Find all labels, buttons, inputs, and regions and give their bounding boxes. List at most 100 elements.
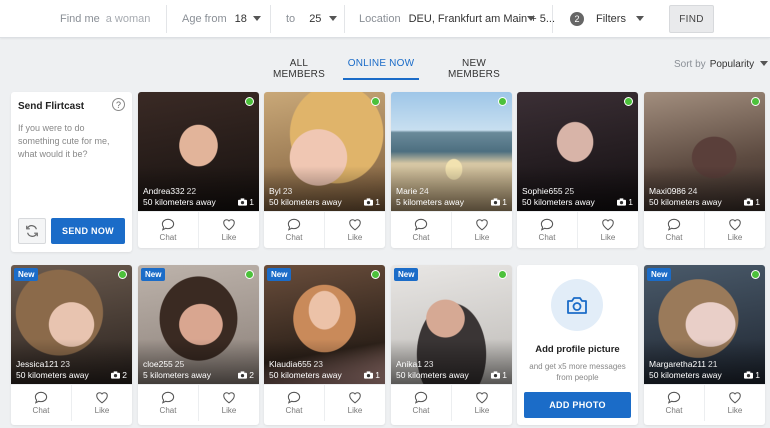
chat-icon [287, 391, 301, 404]
member-name-age[interactable]: cloe255 25 [143, 359, 184, 369]
age-from-select[interactable]: Age from 18 [182, 0, 247, 38]
send-now-button[interactable]: SEND NOW [51, 218, 125, 244]
member-name-age[interactable]: Maxi0986 24 [649, 186, 697, 196]
camera-icon [364, 371, 374, 379]
sort-label: Sort by [674, 59, 706, 70]
online-indicator [245, 97, 254, 106]
chat-button[interactable]: Chat [644, 212, 704, 248]
profile-photo[interactable]: New Jessica121 23 50 kilometers away 2 [11, 265, 132, 384]
profile-photo[interactable]: New Klaudia655 23 50 kilometers away 1 [264, 265, 385, 384]
profile-photo[interactable]: Maxi0986 24 50 kilometers away 1 [644, 92, 765, 211]
photo-count: 1 [364, 197, 380, 207]
age-to-select[interactable]: to 25 [286, 0, 321, 38]
member-card[interactable]: Sophie655 25 50 kilometers away 1 Chat Li… [517, 92, 638, 248]
member-name-age[interactable]: Klaudia655 23 [269, 359, 323, 369]
chevron-down-icon[interactable] [636, 16, 644, 21]
new-badge: New [647, 268, 672, 281]
online-indicator [498, 97, 507, 106]
chat-button[interactable]: Chat [391, 212, 451, 248]
online-indicator [498, 270, 507, 279]
photo-count: 2 [238, 370, 254, 380]
member-card[interactable]: New cloe255 25 5 kilometers away 2 Chat L… [138, 265, 259, 425]
member-card[interactable]: Byl 23 50 kilometers away 1 Chat Like [264, 92, 385, 248]
profile-photo[interactable]: Andrea332 22 50 kilometers away 1 [138, 92, 259, 211]
chat-button[interactable]: Chat [644, 385, 704, 421]
divider [344, 5, 345, 33]
tab-all-members[interactable]: ALL MEMBERS [267, 58, 331, 80]
like-button[interactable]: Like [324, 385, 385, 421]
member-card[interactable]: Maxi0986 24 50 kilometers away 1 Chat Lik… [644, 92, 765, 248]
like-button[interactable]: Like [704, 212, 765, 248]
online-indicator [751, 270, 760, 279]
photo-count: 1 [617, 197, 633, 207]
member-name-age[interactable]: Marie 24 [396, 186, 429, 196]
chat-button[interactable]: Chat [11, 385, 71, 421]
location-select[interactable]: Location DEU, Frankfurt am Main + 5... [359, 0, 555, 38]
heart-icon [476, 219, 488, 231]
refresh-button[interactable] [18, 218, 46, 244]
photo-count: 1 [744, 197, 760, 207]
member-name-age[interactable]: Andrea332 22 [143, 186, 196, 196]
profile-photo[interactable]: New Margaretha211 21 50 kilometers away 1 [644, 265, 765, 384]
chat-button[interactable]: Chat [138, 385, 198, 421]
tab-new-members[interactable]: NEW MEMBERS [440, 58, 508, 80]
chevron-down-icon[interactable] [329, 16, 337, 21]
like-button[interactable]: Like [198, 212, 259, 248]
photo-count: 1 [744, 370, 760, 380]
add-photo-card: Add profile picture and get x5 more mess… [517, 265, 638, 425]
camera-icon-circle[interactable] [551, 279, 603, 331]
like-button[interactable]: Like [198, 385, 259, 421]
chevron-down-icon[interactable] [253, 16, 261, 21]
flirtcast-card: Send Flirtcast ? If you were to do somet… [11, 92, 132, 252]
help-icon[interactable]: ? [112, 98, 125, 111]
chevron-down-icon[interactable] [527, 16, 535, 21]
camera-icon [567, 296, 587, 314]
profile-photo[interactable]: New Anika1 23 50 kilometers away 1 [391, 265, 512, 384]
like-button[interactable]: Like [71, 385, 132, 421]
profile-photo[interactable]: Marie 24 5 kilometers away 1 [391, 92, 512, 211]
chat-button[interactable]: Chat [138, 212, 198, 248]
heart-icon [602, 219, 614, 231]
like-button[interactable]: Like [451, 212, 512, 248]
chat-button[interactable]: Chat [391, 385, 451, 421]
heart-icon [223, 219, 235, 231]
member-name-age[interactable]: Jessica121 23 [16, 359, 70, 369]
search-filter-bar: Find me a woman Age from 18 to 25 Locati… [0, 0, 770, 38]
profile-photo[interactable]: New cloe255 25 5 kilometers away 2 [138, 265, 259, 384]
filters-label: Filters [596, 13, 626, 25]
member-name-age[interactable]: Anika1 23 [396, 359, 433, 369]
member-card[interactable]: New Margaretha211 21 50 kilometers away 1… [644, 265, 765, 425]
filters-button[interactable]: 2 Filters [570, 0, 626, 38]
camera-icon [238, 371, 248, 379]
member-name-age[interactable]: Byl 23 [269, 186, 292, 196]
member-card[interactable]: New Jessica121 23 50 kilometers away 2 Ch… [11, 265, 132, 425]
member-name-age[interactable]: Margaretha211 21 [649, 359, 718, 369]
find-me-select[interactable]: Find me a woman [60, 0, 150, 38]
like-button[interactable]: Like [451, 385, 512, 421]
photo-count: 1 [491, 197, 507, 207]
chat-button[interactable]: Chat [517, 212, 577, 248]
member-card[interactable]: Marie 24 5 kilometers away 1 Chat Like [391, 92, 512, 248]
camera-icon [111, 371, 121, 379]
like-button[interactable]: Like [704, 385, 765, 421]
chat-button[interactable]: Chat [264, 385, 324, 421]
member-card[interactable]: Andrea332 22 50 kilometers away 1 Chat Li… [138, 92, 259, 248]
photo-count: 1 [491, 370, 507, 380]
profile-photo[interactable]: Byl 23 50 kilometers away 1 [264, 92, 385, 211]
find-button[interactable]: FIND [669, 5, 714, 33]
find-me-label: Find me [60, 13, 100, 25]
member-card[interactable]: New Klaudia655 23 50 kilometers away 1 Ch… [264, 265, 385, 425]
chat-button[interactable]: Chat [264, 212, 324, 248]
member-name-age[interactable]: Sophie655 25 [522, 186, 574, 196]
member-card[interactable]: New Anika1 23 50 kilometers away 1 Chat L… [391, 265, 512, 425]
sort-dropdown[interactable]: Sort by Popularity [674, 59, 769, 70]
camera-icon [744, 371, 754, 379]
like-button[interactable]: Like [577, 212, 638, 248]
add-photo-button[interactable]: ADD PHOTO [524, 392, 631, 418]
like-button[interactable]: Like [324, 212, 385, 248]
tab-online-now[interactable]: ONLINE NOW [343, 58, 419, 80]
flirtcast-prompt: If you were to do something cute for me,… [18, 123, 110, 159]
chat-icon [414, 218, 428, 231]
profile-photo[interactable]: Sophie655 25 50 kilometers away 1 [517, 92, 638, 211]
online-indicator [624, 97, 633, 106]
